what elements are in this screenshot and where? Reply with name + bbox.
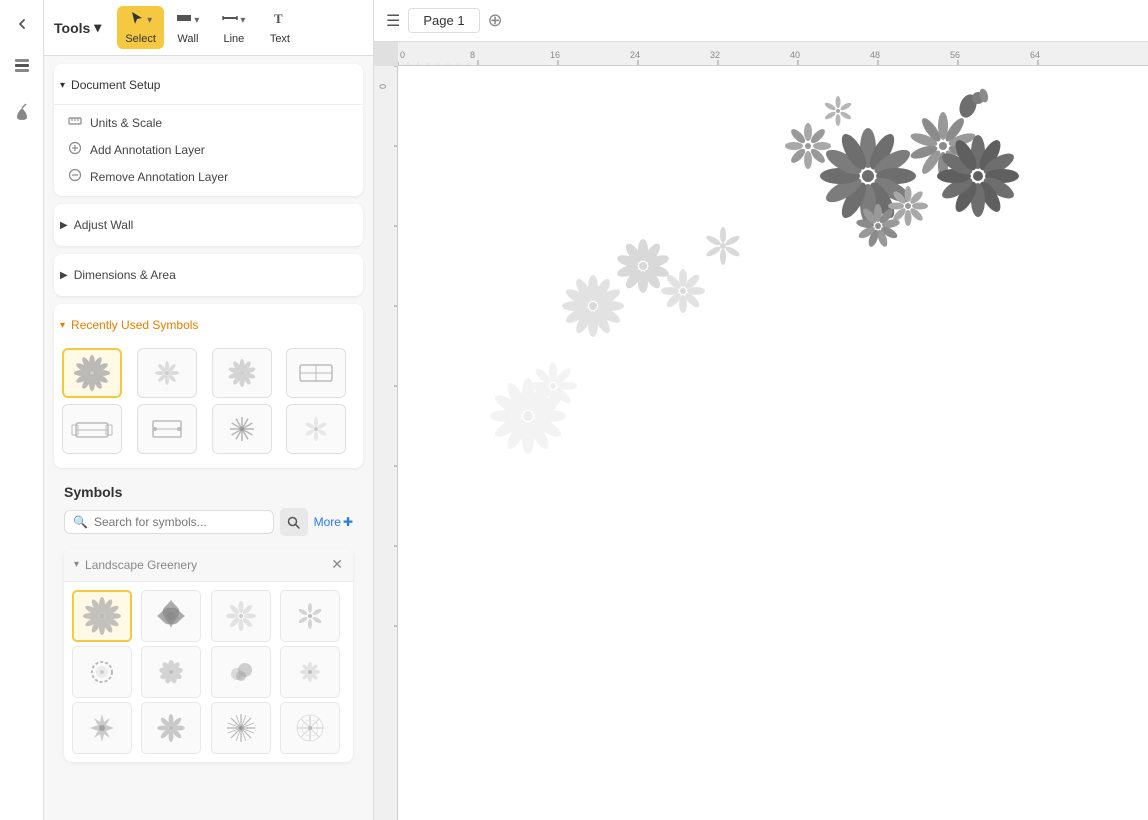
recent-symbol-7[interactable]	[212, 404, 272, 454]
search-input-wrap[interactable]: 🔍	[64, 510, 274, 534]
add-annotation-item[interactable]: Add Annotation Layer	[54, 136, 363, 163]
adjust-wall-header[interactable]: ▶ Adjust Wall	[54, 210, 363, 240]
recent-symbol-4[interactable]	[286, 348, 346, 398]
recently-used-header[interactable]: ▾ Recently Used Symbols	[54, 310, 363, 340]
chevron-right-icon: ▶	[60, 220, 68, 231]
chevron-down-orange-icon: ▾	[60, 320, 65, 331]
canvas-area[interactable]: 0 8 16 24 32 40	[374, 42, 1148, 820]
close-icon[interactable]: ✕	[331, 556, 343, 573]
recent-symbol-2[interactable]	[137, 348, 197, 398]
svg-text:0: 0	[378, 84, 388, 89]
page-1-tab[interactable]: Page 1	[408, 8, 479, 33]
select-tool[interactable]: ▾ Select	[117, 6, 164, 49]
lg-symbol-8[interactable]	[280, 646, 340, 698]
line-tool[interactable]: ▾ Line	[212, 6, 256, 49]
tools-title: Tools ▾	[54, 19, 101, 36]
lg-grid	[64, 582, 353, 762]
recently-used-grid	[54, 340, 363, 462]
chevron-down-lg-icon: ▾	[74, 559, 79, 570]
lg-symbol-6[interactable]	[141, 646, 201, 698]
chevron-right-icon2: ▶	[60, 270, 68, 281]
tool-group: ▾ Select ▾ Wall	[117, 6, 302, 49]
text-tool[interactable]: T Text	[258, 6, 302, 49]
line-icon	[222, 10, 238, 31]
document-setup-header[interactable]: ▾ Document Setup	[54, 70, 363, 100]
recent-symbol-5[interactable]	[62, 404, 122, 454]
landscape-greenery-section: ▾ Landscape Greenery ✕	[64, 548, 353, 762]
lg-symbol-1[interactable]	[72, 590, 132, 642]
back-icon[interactable]	[8, 10, 36, 38]
search-icon: 🔍	[73, 515, 88, 529]
annotation-remove-icon	[68, 168, 82, 185]
document-setup-section: ▾ Document Setup Units & Scale Add Annot…	[54, 64, 363, 196]
toolbar: Tools ▾ ▾ Select ▾	[44, 0, 373, 56]
plus-icon: ✚	[343, 515, 353, 529]
svg-text:32: 32	[710, 50, 720, 60]
recent-symbol-3[interactable]	[212, 348, 272, 398]
left-nav	[0, 0, 44, 820]
page-tabs: ☰ Page 1 ⊕	[374, 0, 1148, 42]
main-area: ☰ Page 1 ⊕ 0 8 16	[374, 0, 1148, 820]
lg-section-header: ▾ Landscape Greenery ✕	[64, 548, 353, 582]
dimensions-area-header[interactable]: ▶ Dimensions & Area	[54, 260, 363, 290]
sidebar: Tools ▾ ▾ Select ▾	[44, 0, 374, 820]
units-scale-item[interactable]: Units & Scale	[54, 109, 363, 136]
lg-symbol-4[interactable]	[280, 590, 340, 642]
lg-symbol-9[interactable]	[72, 702, 132, 754]
remove-annotation-item[interactable]: Remove Annotation Layer	[54, 163, 363, 190]
recent-symbol-1[interactable]	[62, 348, 122, 398]
layers-icon[interactable]	[8, 54, 36, 82]
svg-text:0: 0	[400, 50, 405, 60]
text-icon: T	[272, 10, 288, 31]
svg-text:16: 16	[550, 50, 560, 60]
bucket-icon[interactable]	[8, 98, 36, 126]
adjust-wall-section: ▶ Adjust Wall	[54, 204, 363, 246]
recent-symbol-8[interactable]	[286, 404, 346, 454]
svg-text:40: 40	[790, 50, 800, 60]
add-page-button[interactable]: ⊕	[488, 10, 503, 31]
ruler-icon	[68, 114, 82, 131]
lg-symbol-12[interactable]	[280, 702, 340, 754]
svg-text:T: T	[274, 11, 283, 26]
lg-symbol-7[interactable]	[211, 646, 271, 698]
chevron-down-icon: ▾	[60, 80, 65, 91]
lg-symbol-2[interactable]	[141, 590, 201, 642]
lg-symbol-5[interactable]	[72, 646, 132, 698]
select-icon	[129, 10, 145, 31]
recently-used-section: ▾ Recently Used Symbols	[54, 304, 363, 468]
wall-tool[interactable]: ▾ Wall	[166, 6, 210, 49]
more-button[interactable]: More ✚	[314, 515, 353, 529]
search-row: 🔍 More ✚	[64, 508, 353, 536]
ruler-left: 0 8 16 24 32 40	[374, 66, 398, 820]
sidebar-content: ▾ Document Setup Units & Scale Add Annot…	[44, 56, 373, 820]
svg-text:8: 8	[470, 50, 475, 60]
svg-text:56: 56	[950, 50, 960, 60]
svg-text:24: 24	[630, 50, 640, 60]
canvas-drawing	[398, 66, 1148, 820]
dimensions-area-section: ▶ Dimensions & Area	[54, 254, 363, 296]
lg-symbol-11[interactable]	[211, 702, 271, 754]
search-button[interactable]	[280, 508, 308, 536]
annotation-add-icon	[68, 141, 82, 158]
symbols-title: Symbols	[64, 484, 353, 500]
hamburger-icon[interactable]: ☰	[386, 11, 400, 31]
lg-symbol-3[interactable]	[211, 590, 271, 642]
lg-symbol-10[interactable]	[141, 702, 201, 754]
svg-text:64: 64	[1030, 50, 1040, 60]
svg-text:48: 48	[870, 50, 880, 60]
recent-symbol-6[interactable]	[137, 404, 197, 454]
ruler-top: 0 8 16 24 32 40	[398, 42, 1148, 66]
wall-icon	[176, 10, 192, 31]
symbols-section: Symbols 🔍 More ✚	[54, 476, 363, 548]
search-input[interactable]	[94, 515, 265, 529]
